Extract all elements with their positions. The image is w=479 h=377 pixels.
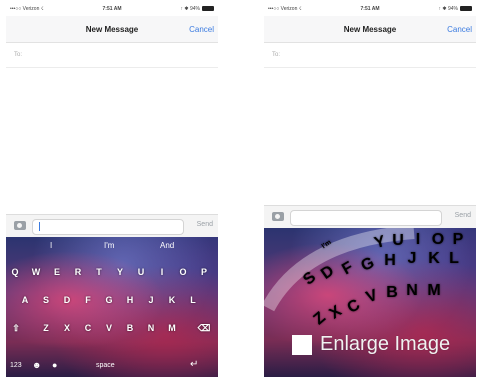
navigation-bar: New Message Cancel	[6, 16, 218, 43]
emoji-key-icon[interactable]: ☻	[32, 360, 41, 370]
enlarge-image-button[interactable]: Enlarge Image	[292, 333, 450, 359]
numbers-key[interactable]: 123	[10, 362, 22, 369]
navigation-bar: New Message Cancel	[264, 16, 476, 43]
key-c[interactable]: C	[80, 317, 96, 339]
key-y[interactable]: Y	[112, 261, 128, 283]
key-r[interactable]: R	[70, 261, 86, 283]
battery-icon	[460, 6, 472, 12]
key-f[interactable]: F	[80, 289, 96, 311]
battery-label: ↑ ✱ 94%	[180, 6, 200, 12]
key-x[interactable]: X	[59, 317, 75, 339]
key-b[interactable]: B	[384, 282, 400, 304]
battery-label: ↑ ✱ 94%	[438, 6, 458, 12]
message-input[interactable]	[290, 210, 442, 226]
text-caret	[39, 222, 40, 231]
key-row-2: A S D F G H J K L	[6, 289, 218, 311]
key-l[interactable]: L	[185, 289, 201, 311]
message-input-bar: Send	[264, 205, 476, 228]
key-l[interactable]: L	[446, 248, 462, 270]
key-row-1: Q W E R T Y U I O P	[6, 261, 218, 283]
send-button[interactable]: Send	[455, 212, 471, 219]
to-field[interactable]: To:	[6, 43, 218, 68]
key-s[interactable]: S	[38, 289, 54, 311]
enlarge-icon	[292, 334, 312, 355]
enlarge-label: Enlarge Image	[320, 333, 451, 356]
message-input[interactable]	[32, 219, 184, 235]
key-j[interactable]: J	[143, 289, 159, 311]
key-k[interactable]: K	[426, 248, 442, 270]
camera-icon[interactable]	[272, 212, 284, 221]
key-row-3: ⇧ Z X C V B N M ⌫	[6, 317, 218, 339]
suggestion-2[interactable]: I'm	[104, 241, 114, 250]
suggestion-bar: I I'm And	[6, 237, 218, 255]
send-button[interactable]: Send	[197, 221, 213, 228]
keyboard: I I'm And Q W E R T Y U I O P A S D F G …	[6, 237, 218, 377]
phone-screenshot-right: •••○○ Verizon ☇ 7:51 AM ↑ ✱ 94% New Mess…	[264, 0, 476, 377]
key-z[interactable]: Z	[38, 317, 54, 339]
key-m[interactable]: M	[426, 280, 442, 302]
status-bar: •••○○ Verizon ☇ 7:51 AM ↑ ✱ 94%	[6, 5, 218, 15]
key-k[interactable]: K	[164, 289, 180, 311]
key-p[interactable]: P	[196, 261, 212, 283]
key-t[interactable]: T	[91, 261, 107, 283]
cancel-button[interactable]: Cancel	[189, 25, 214, 34]
key-d[interactable]: D	[59, 289, 75, 311]
key-q[interactable]: Q	[7, 261, 23, 283]
key-g[interactable]: G	[101, 289, 117, 311]
key-a[interactable]: A	[17, 289, 33, 311]
key-o[interactable]: O	[175, 261, 191, 283]
camera-icon[interactable]	[14, 221, 26, 230]
key-j[interactable]: J	[404, 248, 420, 270]
key-u[interactable]: U	[133, 261, 149, 283]
key-n[interactable]: N	[404, 280, 420, 302]
key-w[interactable]: W	[28, 261, 44, 283]
key-v[interactable]: V	[101, 317, 117, 339]
key-e[interactable]: E	[49, 261, 65, 283]
key-h[interactable]: H	[122, 289, 138, 311]
battery-icon	[202, 6, 214, 12]
space-key[interactable]: space	[96, 362, 115, 369]
status-bar: •••○○ Verizon ☇ 7:51 AM ↑ ✱ 94%	[264, 5, 476, 15]
message-input-bar: Send	[6, 214, 218, 237]
key-row-bottom: 123 ☻ ● space ↵	[6, 355, 218, 377]
suggestion-3[interactable]: And	[160, 241, 174, 250]
cancel-button[interactable]: Cancel	[447, 25, 472, 34]
shift-key-icon[interactable]: ⇧	[8, 317, 24, 339]
suggestion-1[interactable]: I	[50, 241, 52, 250]
to-label: To:	[14, 52, 23, 58]
battery-status: ↑ ✱ 94%	[181, 6, 214, 12]
key-n[interactable]: N	[143, 317, 159, 339]
page-title: New Message	[85, 25, 139, 34]
key-m[interactable]: M	[164, 317, 180, 339]
to-field[interactable]: To:	[264, 43, 476, 68]
key-b[interactable]: B	[122, 317, 138, 339]
key-h[interactable]: H	[382, 250, 398, 272]
page-title: New Message	[343, 25, 397, 34]
return-key-icon[interactable]: ↵	[190, 359, 198, 370]
to-label: To:	[272, 52, 281, 58]
key-i[interactable]: I	[154, 261, 170, 283]
phone-screenshot-left: •••○○ Verizon ☇ 7:51 AM ↑ ✱ 94% New Mess…	[6, 0, 218, 377]
globe-key-icon[interactable]: ●	[52, 360, 57, 370]
delete-key-icon[interactable]: ⌫	[196, 317, 212, 339]
battery-status: ↑ ✱ 94%	[439, 6, 472, 12]
